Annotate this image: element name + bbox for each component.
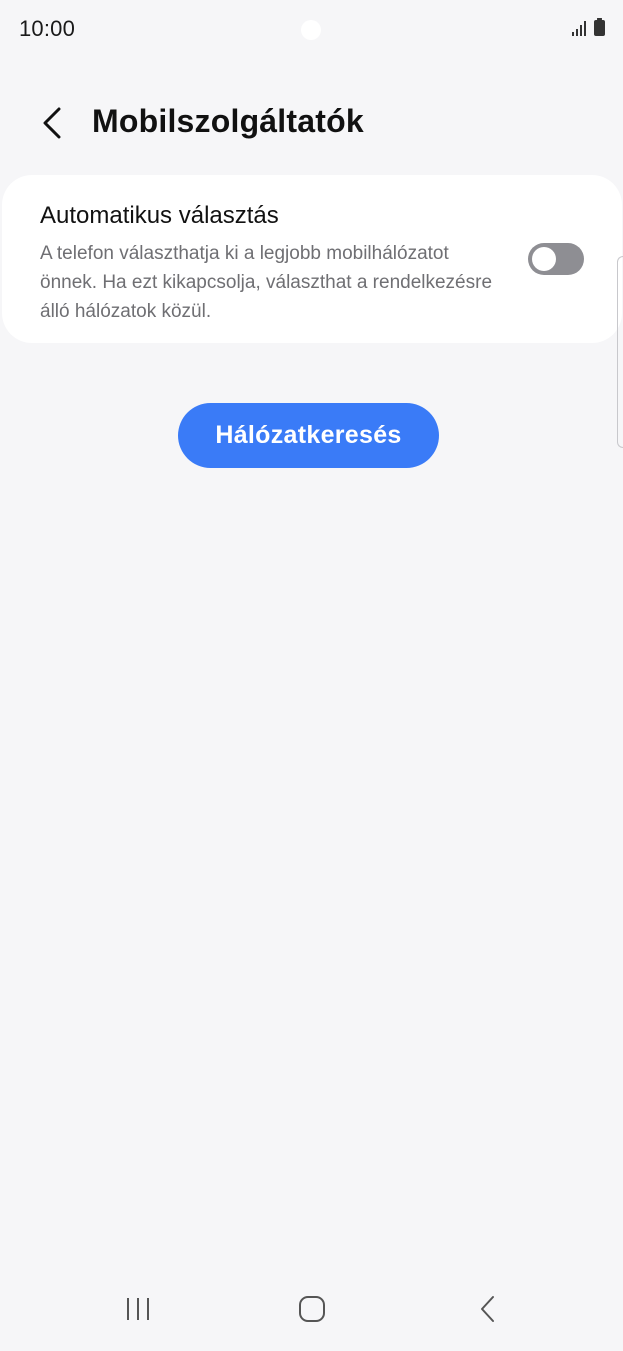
battery-icon — [594, 18, 605, 36]
page-title: Mobilszolgáltatók — [92, 103, 364, 139]
setting-title: Automatikus választás — [40, 202, 279, 229]
scrollbar[interactable] — [617, 256, 623, 448]
status-time: 10:00 — [19, 16, 76, 41]
home-button[interactable] — [290, 1289, 334, 1329]
automatic-selection-toggle[interactable] — [528, 243, 584, 275]
recents-button[interactable] — [116, 1289, 160, 1329]
camera-cutout — [301, 20, 321, 40]
nav-back-icon — [481, 1296, 494, 1322]
status-bar: 10:00 — [0, 0, 623, 58]
signal-icon — [572, 21, 586, 36]
home-icon — [299, 1296, 325, 1322]
recents-icon — [127, 1298, 149, 1320]
toggle-knob — [532, 247, 556, 271]
app-header: Mobilszolgáltatók — [0, 95, 623, 151]
chevron-left-icon — [43, 107, 61, 139]
back-button[interactable] — [30, 99, 74, 147]
network-search-button[interactable]: Hálózatkeresés — [178, 403, 439, 468]
nav-back-button[interactable] — [466, 1289, 510, 1329]
automatic-selection-card: Automatikus választás A telefon választh… — [2, 175, 622, 343]
automatic-selection-row[interactable]: Automatikus választás A telefon választh… — [2, 175, 622, 343]
status-icons — [572, 18, 605, 36]
navigation-bar — [0, 1271, 623, 1351]
setting-description: A telefon választhatja ki a legjobb mobi… — [40, 243, 493, 322]
